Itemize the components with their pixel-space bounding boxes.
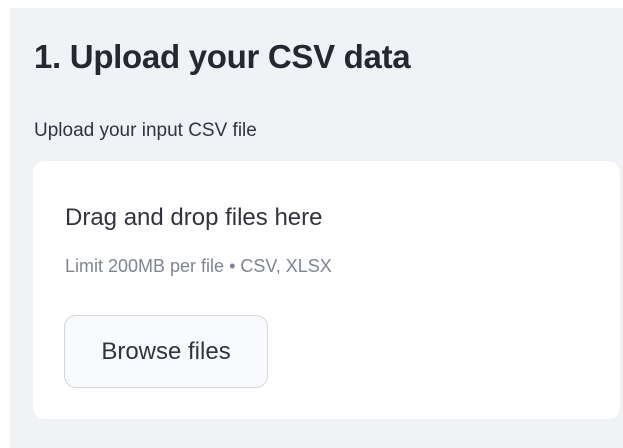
sidebar-panel: 1. Upload your CSV data Upload your inpu…: [10, 8, 623, 448]
file-dropzone[interactable]: Drag and drop files here Limit 200MB per…: [33, 161, 620, 419]
dropzone-instructions: Drag and drop files here: [65, 204, 323, 231]
dropzone-limit-text: Limit 200MB per file • CSV, XLSX: [65, 256, 332, 276]
section-heading: 1. Upload your CSV data: [34, 38, 411, 75]
browse-files-button[interactable]: Browse files: [64, 315, 268, 388]
file-uploader-label: Upload your input CSV file: [34, 120, 257, 141]
